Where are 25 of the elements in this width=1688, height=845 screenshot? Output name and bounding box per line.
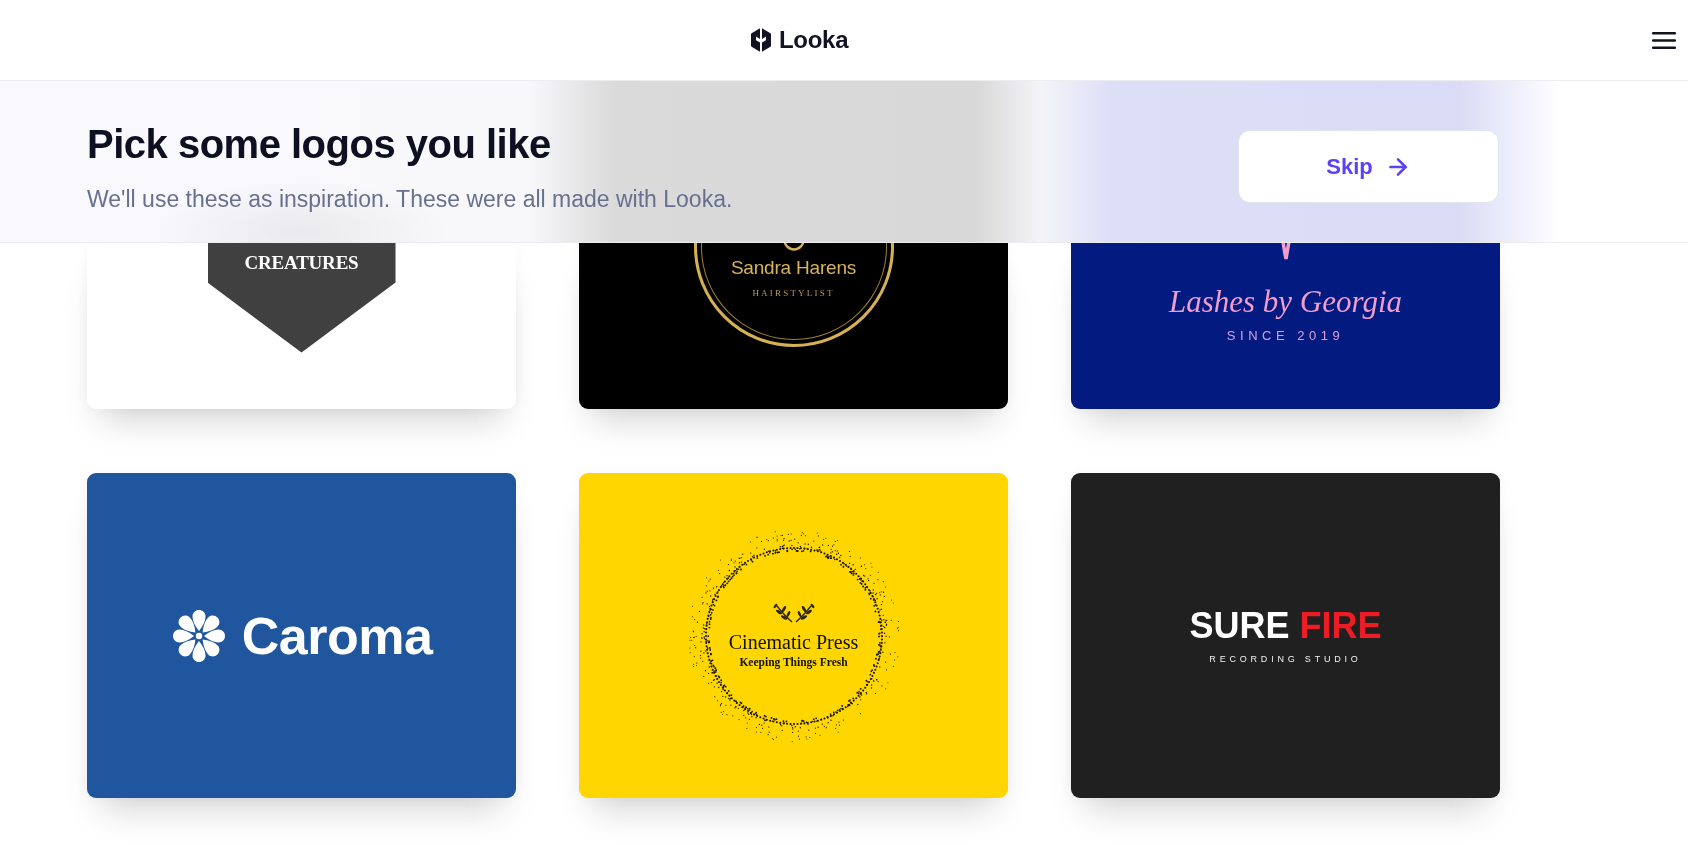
logo-name: Cinematic Press <box>728 629 859 654</box>
logo-tagline: RECORDING STUDIO <box>1209 653 1362 665</box>
logo-card[interactable]: Lashes by Georgia SINCE 2019 <box>1071 243 1500 409</box>
logo-tagline: SINCE 2019 <box>1226 327 1345 344</box>
logo-card[interactable]: CREATURES <box>87 243 516 409</box>
flower-icon <box>170 607 227 664</box>
logo-card[interactable]: Cinematic Press Keeping Things Fresh <box>579 473 1008 798</box>
logo-name: Sandra Harens <box>730 256 857 279</box>
logo-name: CREATURES <box>244 250 359 275</box>
logo-name: Caroma <box>241 605 433 666</box>
logo-tagline: Keeping Things Fresh <box>739 654 848 669</box>
brand-name: Looka <box>779 26 849 54</box>
logo-word: SURE <box>1189 606 1290 646</box>
page-title: Pick some logos you like <box>87 121 551 167</box>
skip-button[interactable]: Skip <box>1238 130 1499 203</box>
logo-card[interactable]: Sandra Harens HAIRSTYLIST <box>579 243 1008 409</box>
logo-name: Lashes by Georgia <box>1168 282 1403 321</box>
brand-logo-icon <box>751 28 771 52</box>
logo-tagline: HAIRSTYLIST <box>752 287 835 298</box>
page-subtitle: We'll use these as inspiration. These were all made with Looka. <box>87 185 733 214</box>
logo-card[interactable]: Caroma <box>87 473 516 798</box>
logo-card[interactable]: SURE FIRE RECORDING STUDIO <box>1071 473 1500 798</box>
logo-word: FIRE <box>1299 606 1382 646</box>
laurel-icon <box>771 602 816 623</box>
menu-icon[interactable] <box>1652 31 1676 49</box>
